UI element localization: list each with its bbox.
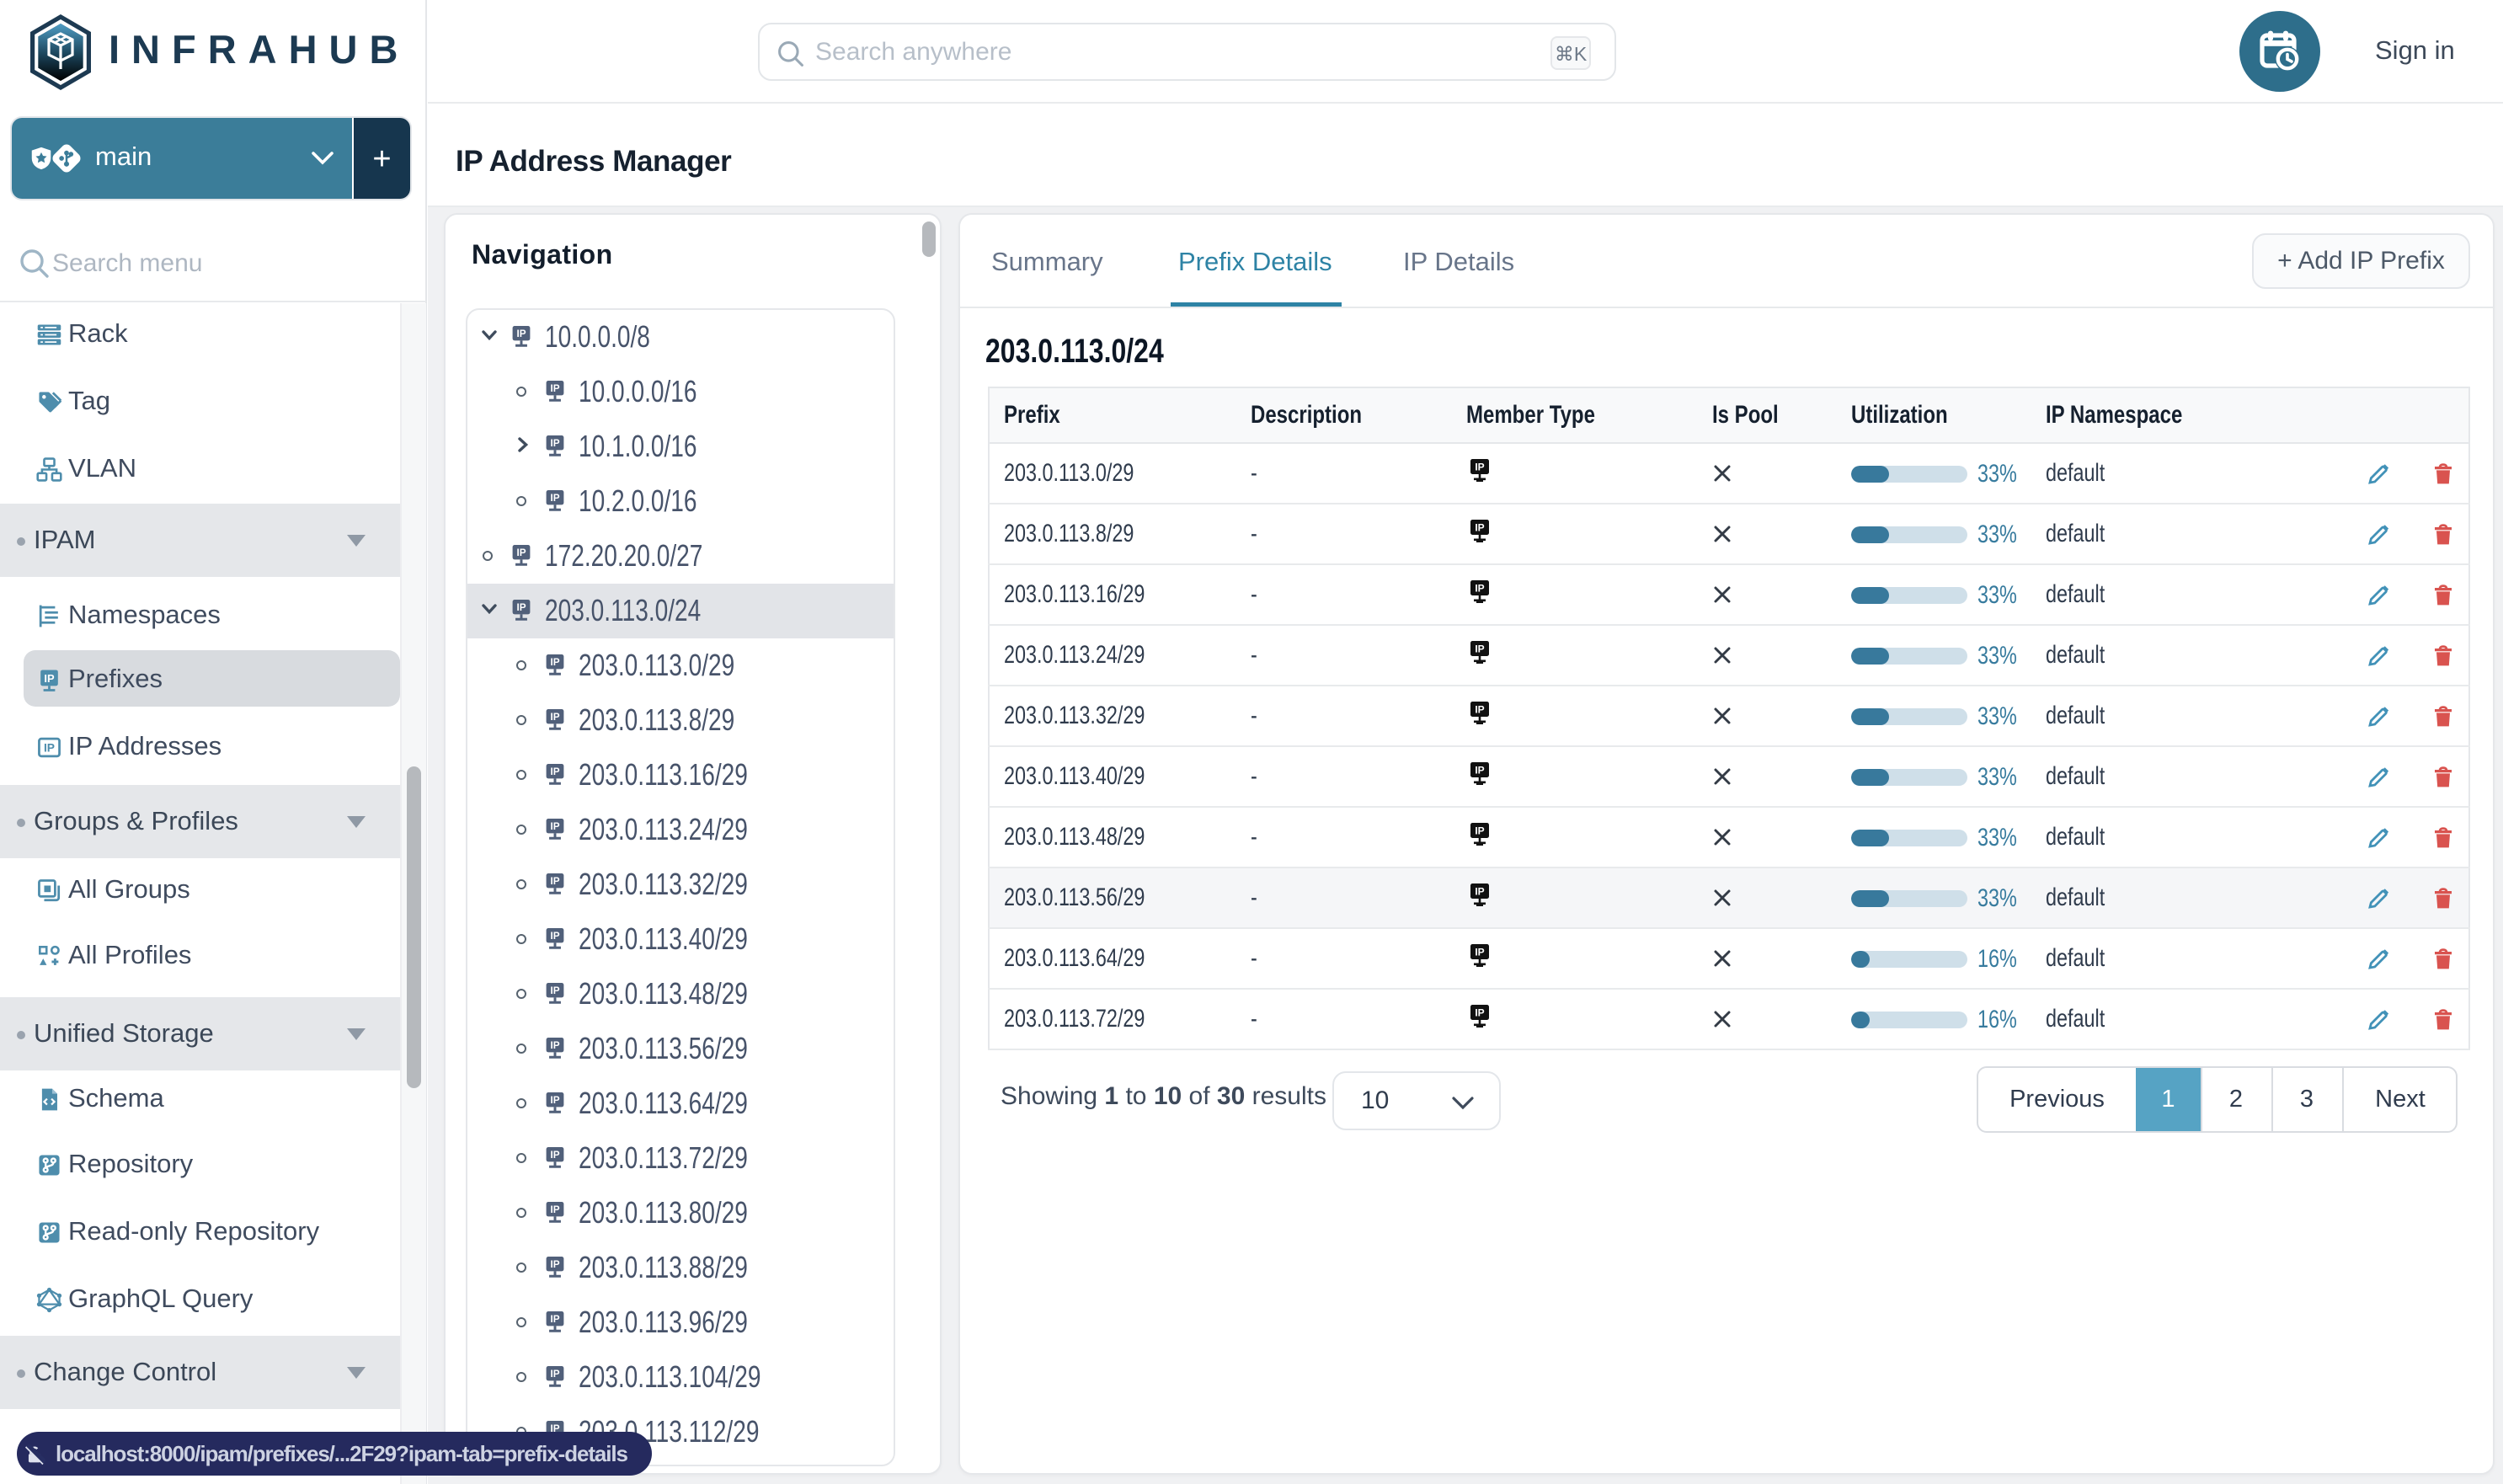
- svg-text:IP: IP: [1475, 703, 1484, 715]
- svg-text:IP: IP: [550, 712, 559, 723]
- svg-text:IP: IP: [1475, 521, 1484, 533]
- svg-text:IP: IP: [1475, 764, 1484, 776]
- svg-text:IP: IP: [516, 602, 526, 613]
- svg-text:IP: IP: [44, 742, 55, 755]
- svg-text:IP: IP: [550, 438, 559, 449]
- svg-text:IP: IP: [1475, 582, 1484, 594]
- svg-text:IP: IP: [550, 1259, 559, 1270]
- svg-text:IP: IP: [44, 672, 55, 685]
- svg-text:IP: IP: [550, 1150, 559, 1161]
- svg-text:IP: IP: [516, 547, 526, 558]
- svg-text:IP: IP: [550, 876, 559, 887]
- svg-text:IP: IP: [1475, 946, 1484, 958]
- svg-text:IP: IP: [1475, 885, 1484, 897]
- svg-text:IP: IP: [550, 931, 559, 942]
- svg-text:IP: IP: [1475, 825, 1484, 836]
- svg-text:IP: IP: [1475, 1006, 1484, 1018]
- svg-text:IP: IP: [550, 1314, 559, 1325]
- svg-text:IP: IP: [550, 657, 559, 668]
- svg-text:IP: IP: [516, 328, 526, 339]
- svg-text:IP: IP: [550, 1095, 559, 1106]
- svg-text:IP: IP: [550, 1204, 559, 1215]
- svg-text:IP: IP: [550, 985, 559, 996]
- svg-text:IP: IP: [1475, 643, 1484, 654]
- svg-text:IP: IP: [550, 766, 559, 777]
- svg-text:IP: IP: [1475, 461, 1484, 472]
- svg-text:IP: IP: [550, 493, 559, 504]
- svg-text:IP: IP: [550, 821, 559, 832]
- svg-text:IP: IP: [550, 1369, 559, 1380]
- svg-text:IP: IP: [550, 1040, 559, 1051]
- svg-text:IP: IP: [550, 383, 559, 394]
